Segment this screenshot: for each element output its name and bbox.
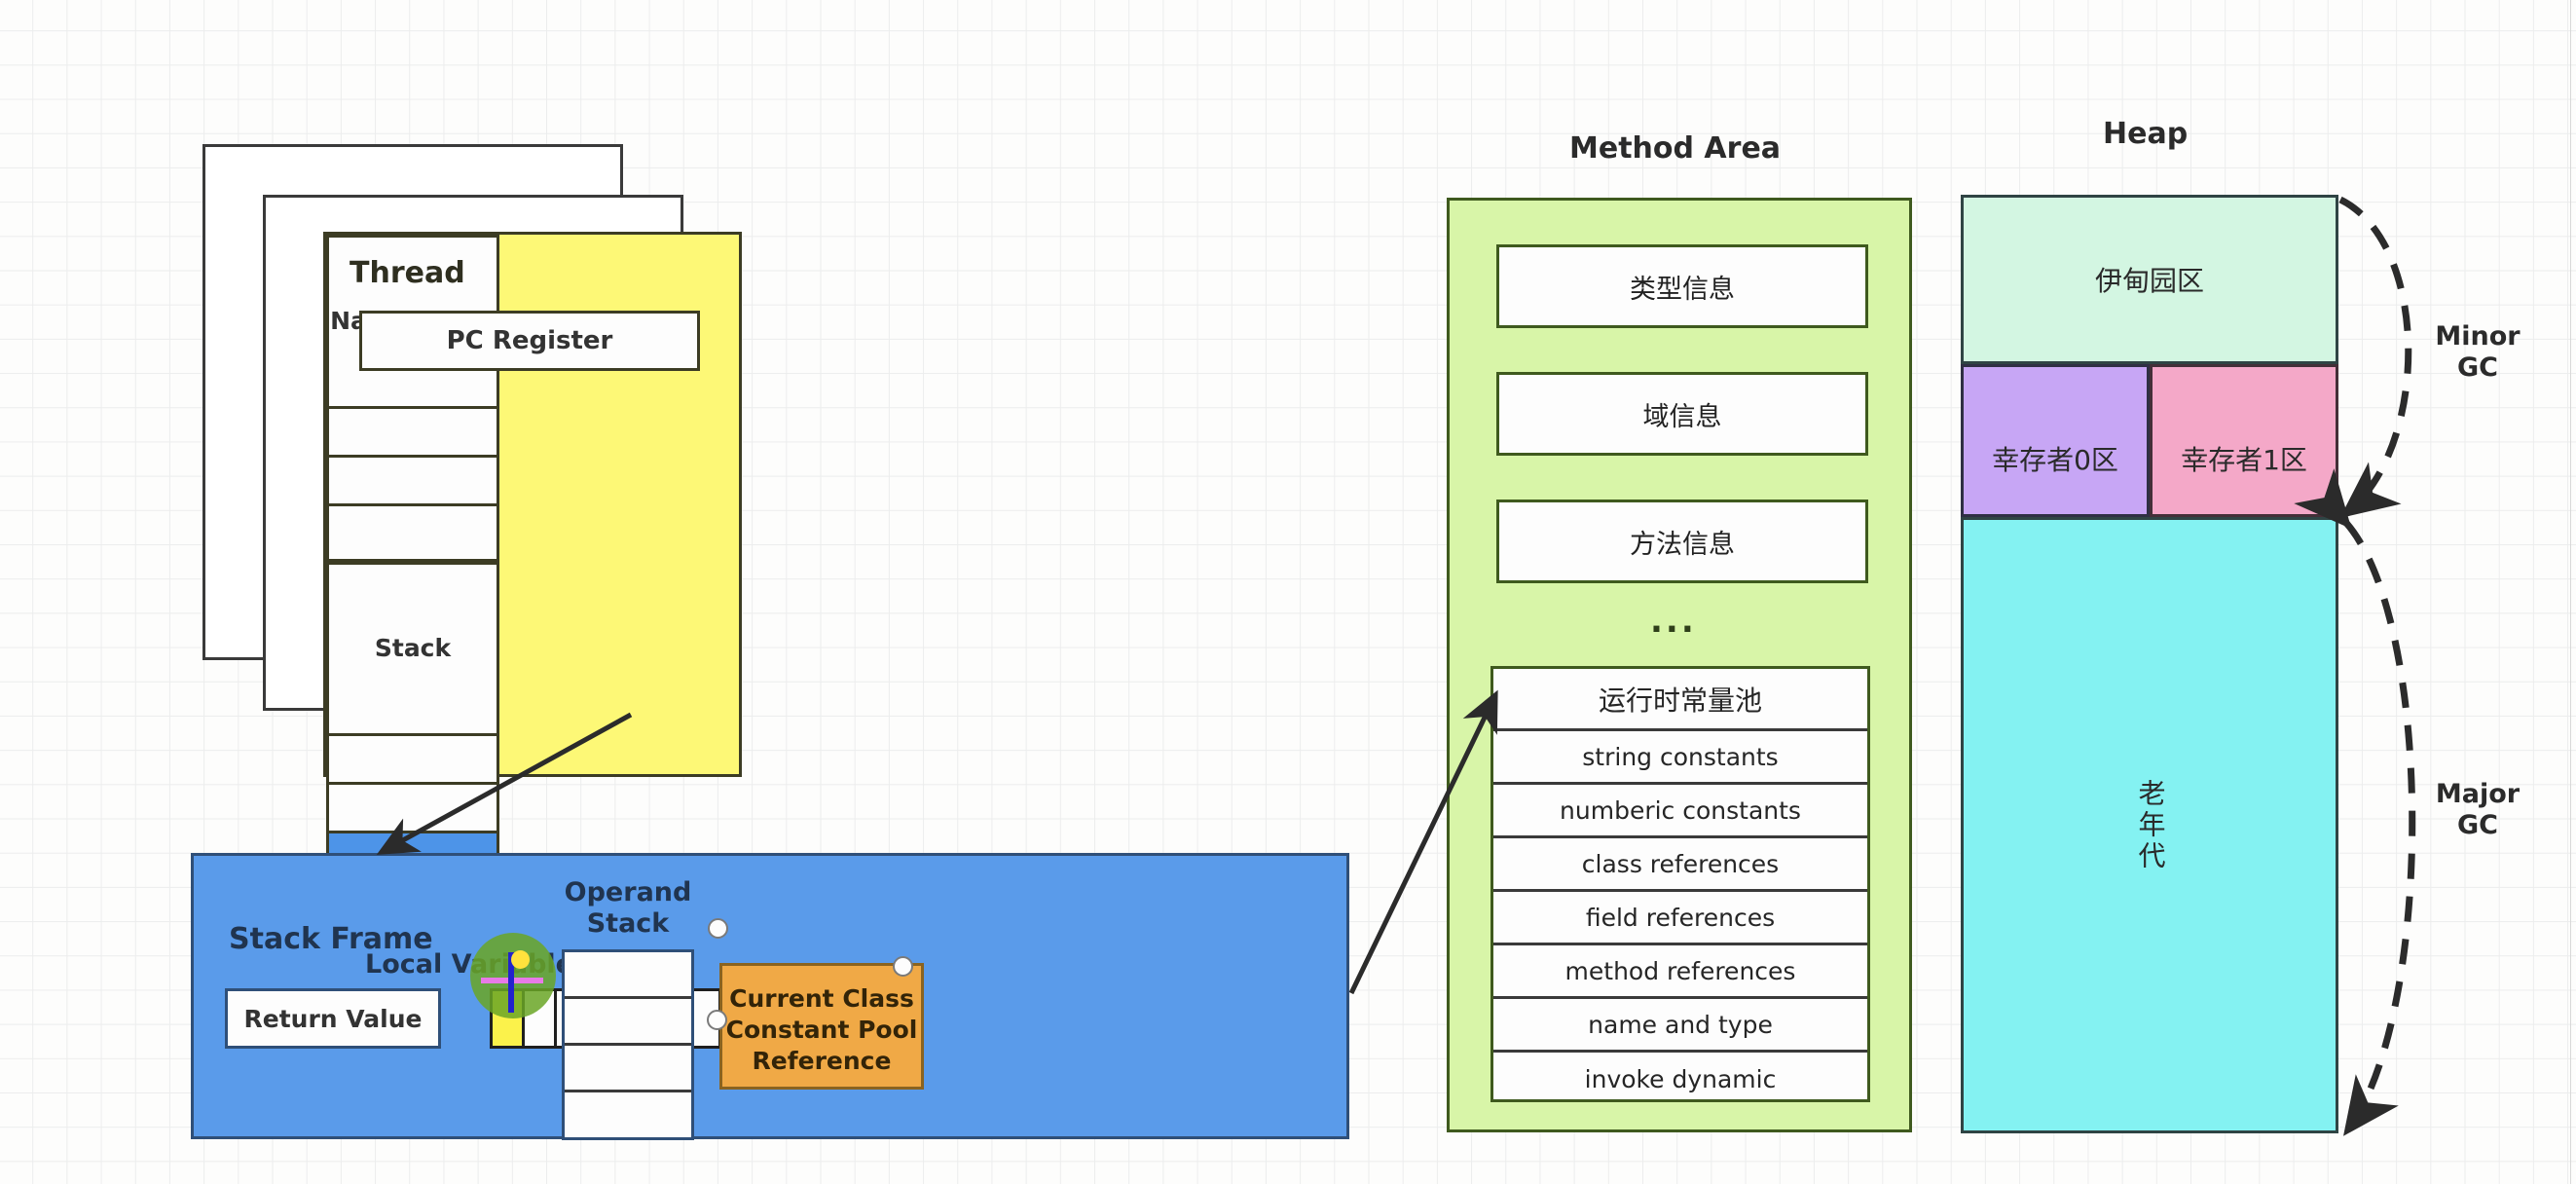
major-gc-label: Major GC [2424,779,2531,842]
method-area-item-method-info[interactable]: 方法信息 [1496,500,1868,583]
stack-slot[interactable] [329,736,497,785]
minor-gc-label: Minor GC [2424,321,2531,385]
method-area-item-field-info[interactable]: 域信息 [1496,372,1868,456]
rcp-row-name-and-type[interactable]: name and type [1493,999,1867,1053]
heap-eden-label: 伊甸园区 [2094,265,2204,297]
method-area-title: Method Area [1569,131,1782,166]
heap-eden-region[interactable]: 伊甸园区 [1961,195,2338,364]
cp-ref-line3: Reference [752,1047,892,1075]
heap-survivor0-label: 幸存者0区 [1992,443,2118,476]
stack-slot[interactable] [329,785,497,833]
cp-ref-line1: Current Class [729,984,914,1013]
diagram-canvas: Thread PC Register Native Stack Stack St… [0,0,2576,1184]
operand-stack-label-line2: Stack [586,908,670,940]
arrow-major-gc [2294,468,2416,1136]
selection-handle-top[interactable] [708,918,728,939]
rcp-row-invoke-dynamic[interactable]: invoke dynamic [1493,1053,1867,1105]
method-area-ellipsis: ... [1650,602,1697,641]
heap-old-generation-label: 老年代 [2134,778,2167,872]
rcp-row-numberic-constants[interactable]: numberic constants [1493,785,1867,838]
stack-column[interactable]: Stack [326,562,499,889]
operand-stack-label: Operand Stack [560,877,696,941]
heap-survivor1-label: 幸存者1区 [2181,443,2307,476]
native-stack-slot[interactable] [329,409,497,458]
operand-stack-cell[interactable] [565,999,691,1046]
stack-label: Stack [329,565,497,736]
major-gc-line2: GC [2457,810,2498,841]
operand-stack-cell[interactable] [565,1046,691,1092]
operand-stack-label-line1: Operand [564,877,692,907]
stack-frame-card[interactable]: Stack Frame Return Value Local Variables… [191,853,1349,1140]
runtime-constant-pool-box[interactable]: 运行时常量池 string constants numberic constan… [1490,666,1870,1102]
operand-stack-box[interactable] [562,949,694,1140]
selection-handle-right[interactable] [893,956,913,977]
rcp-row-field-references[interactable]: field references [1493,892,1867,945]
heap-title: Heap [2103,117,2189,151]
current-class-constant-pool-reference[interactable]: Current Class Constant Pool Reference [719,963,924,1090]
arrow-minor-gc [2338,196,2412,519]
minor-gc-line1: Minor [2435,321,2521,352]
heap-survivor1-region[interactable]: 幸存者1区 [2150,364,2338,517]
rcp-row-method-references[interactable]: method references [1493,945,1867,999]
heap-old-generation-region[interactable]: 老年代 [1961,517,2338,1133]
native-stack-slot[interactable] [329,506,497,553]
canvas-right-rule [2570,0,2571,1184]
heap-survivor0-region[interactable]: 幸存者0区 [1961,364,2150,517]
rcp-row-string-constants[interactable]: string constants [1493,731,1867,785]
operand-stack-cell[interactable] [565,1092,691,1137]
minor-gc-line2: GC [2457,352,2498,384]
selection-handle-bottom[interactable] [707,1010,727,1030]
method-area-card[interactable]: 类型信息 域信息 方法信息 ... 运行时常量池 string constant… [1447,198,1912,1132]
major-gc-line1: Major [2435,779,2521,809]
return-value-box[interactable]: Return Value [225,988,441,1049]
runtime-constant-pool-header: 运行时常量池 [1493,669,1867,731]
rcp-row-class-references[interactable]: class references [1493,838,1867,892]
thread-card[interactable]: Thread PC Register Native Stack Stack [323,232,742,889]
cp-ref-line2: Constant Pool [725,1016,918,1044]
pc-register-box[interactable]: PC Register [359,311,700,371]
native-stack-slot[interactable] [329,458,497,506]
thread-title: Thread [350,256,465,290]
operand-stack-cell[interactable] [565,952,691,999]
cursor-pointer-dot [511,950,530,969]
method-area-item-type-info[interactable]: 类型信息 [1496,244,1868,328]
